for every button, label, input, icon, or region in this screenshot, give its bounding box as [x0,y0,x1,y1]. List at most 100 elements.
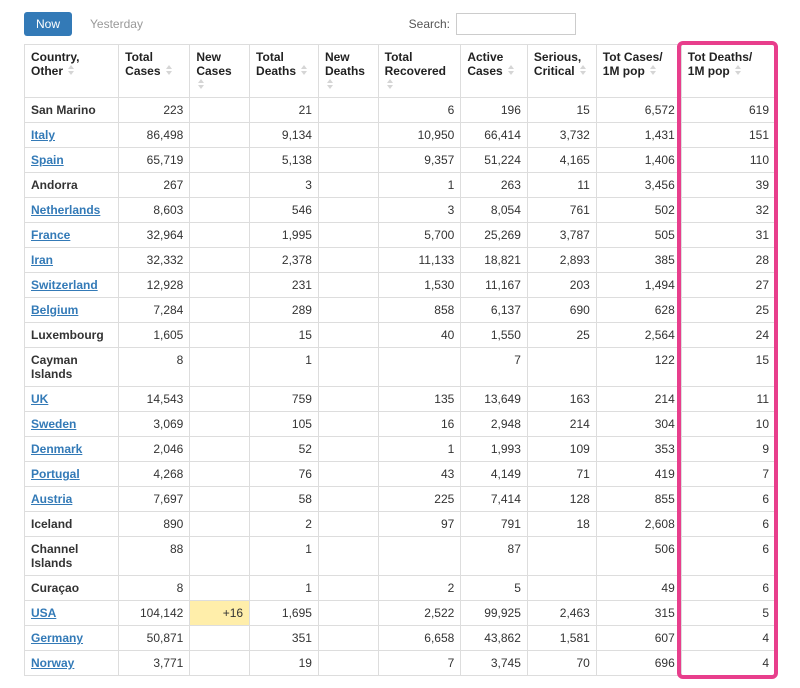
col-header-5[interactable]: TotalRecovered [378,45,461,98]
data-table: Country,Other TotalCases NewCases TotalD… [24,44,776,676]
cell-total: 65,719 [119,148,190,173]
country-cell[interactable]: Netherlands [25,198,119,223]
cell-crit: 128 [527,487,596,512]
country-link[interactable]: Sweden [31,417,76,431]
col-header-3[interactable]: TotalDeaths [250,45,319,98]
cell-dpm: 24 [681,323,775,348]
country-cell[interactable]: Sweden [25,412,119,437]
table-row: Curaçao8125496 [25,576,776,601]
cell-crit: 203 [527,273,596,298]
cell-cpm: 385 [596,248,681,273]
cell-crit: 761 [527,198,596,223]
cell-newd [318,437,378,462]
cell-cpm: 628 [596,298,681,323]
cell-dpm: 11 [681,387,775,412]
country-link[interactable]: Switzerland [31,278,98,292]
cell-total: 267 [119,173,190,198]
cell-active: 66,414 [461,123,528,148]
cell-dpm: 31 [681,223,775,248]
country-link[interactable]: Belgium [31,303,78,317]
col-header-9[interactable]: Tot Deaths/1M pop [681,45,775,98]
country-link[interactable]: USA [31,606,56,620]
table-row: Austria7,697582257,4141288556 [25,487,776,512]
cell-total: 14,543 [119,387,190,412]
tab-yesterday[interactable]: Yesterday [80,12,153,36]
country-link[interactable]: Portugal [31,467,80,481]
cell-cpm: 1,406 [596,148,681,173]
sort-icon [580,65,588,75]
col-header-7[interactable]: Serious,Critical [527,45,596,98]
country-link[interactable]: Germany [31,631,83,645]
country-cell[interactable]: France [25,223,119,248]
cell-rec: 43 [378,462,461,487]
cell-rec: 3 [378,198,461,223]
country-cell[interactable]: Italy [25,123,119,148]
cell-cpm: 419 [596,462,681,487]
country-link[interactable]: UK [31,392,48,406]
cell-deaths: 52 [250,437,319,462]
col-header-2[interactable]: NewCases [190,45,250,98]
country-cell[interactable]: Austria [25,487,119,512]
cell-rec: 6 [378,98,461,123]
cell-new [190,298,250,323]
cell-dpm: 6 [681,487,775,512]
country-cell[interactable]: Norway [25,651,119,676]
country-cell: Iceland [25,512,119,537]
cell-total: 50,871 [119,626,190,651]
cell-crit: 2,893 [527,248,596,273]
country-link[interactable]: Denmark [31,442,82,456]
country-cell[interactable]: Germany [25,626,119,651]
cell-rec: 2 [378,576,461,601]
country-cell[interactable]: Denmark [25,437,119,462]
search-input[interactable] [456,13,576,35]
col-header-0[interactable]: Country,Other [25,45,119,98]
col-header-4[interactable]: NewDeaths [318,45,378,98]
country-cell[interactable]: Switzerland [25,273,119,298]
table-row: Norway3,7711973,745706964 [25,651,776,676]
cell-dpm: 27 [681,273,775,298]
cell-active: 18,821 [461,248,528,273]
cell-total: 32,964 [119,223,190,248]
country-link[interactable]: Austria [31,492,72,506]
cell-deaths: 21 [250,98,319,123]
cell-cpm: 505 [596,223,681,248]
cell-dpm: 28 [681,248,775,273]
cell-cpm: 502 [596,198,681,223]
country-link[interactable]: France [31,228,70,242]
cell-newd [318,248,378,273]
cell-deaths: 1 [250,348,319,387]
cell-dpm: 4 [681,626,775,651]
cell-total: 3,069 [119,412,190,437]
col-header-6[interactable]: ActiveCases [461,45,528,98]
cell-total: 3,771 [119,651,190,676]
cell-deaths: 76 [250,462,319,487]
cell-dpm: 25 [681,298,775,323]
table-row: Sweden3,069105162,94821430410 [25,412,776,437]
sort-icon [650,65,658,75]
table-row: France32,9641,9955,70025,2693,78750531 [25,223,776,248]
cell-crit: 4,165 [527,148,596,173]
cell-rec: 9,357 [378,148,461,173]
cell-total: 8,603 [119,198,190,223]
country-link[interactable]: Spain [31,153,64,167]
cell-active: 4,149 [461,462,528,487]
country-cell[interactable]: Spain [25,148,119,173]
country-link[interactable]: Iran [31,253,53,267]
country-link[interactable]: Italy [31,128,55,142]
col-header-8[interactable]: Tot Cases/1M pop [596,45,681,98]
country-link[interactable]: Netherlands [31,203,100,217]
table-row: Iran32,3322,37811,13318,8212,89338528 [25,248,776,273]
country-cell[interactable]: Portugal [25,462,119,487]
col-header-1[interactable]: TotalCases [119,45,190,98]
country-cell[interactable]: USA [25,601,119,626]
cell-rec: 1,530 [378,273,461,298]
cell-total: 8 [119,576,190,601]
country-cell[interactable]: Iran [25,248,119,273]
tab-now[interactable]: Now [24,12,72,36]
country-link[interactable]: Norway [31,656,74,670]
cell-newd [318,651,378,676]
country-cell[interactable]: UK [25,387,119,412]
cell-crit [527,576,596,601]
country-cell[interactable]: Belgium [25,298,119,323]
cell-deaths: 759 [250,387,319,412]
